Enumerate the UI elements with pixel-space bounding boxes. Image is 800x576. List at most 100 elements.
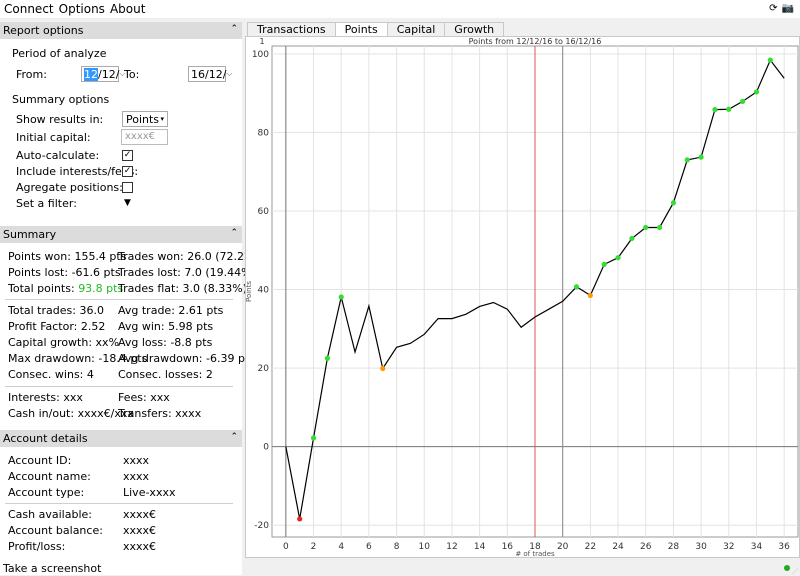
x-tick-label: 8 (394, 542, 400, 552)
auto-calc-checkbox[interactable]: ✓ (122, 150, 133, 161)
resize-grip-icon[interactable]: ⋰ (792, 568, 798, 575)
refresh-icon[interactable]: ⟳ (769, 3, 777, 14)
data-point (740, 98, 746, 104)
collapse-icon[interactable]: ⌃ (230, 228, 238, 238)
data-point (643, 224, 649, 231)
left-panel: Report options ⌃ Period of analyze From:… (0, 22, 266, 575)
trades-flat: Trades flat: 3.0 (8.33%) (118, 282, 248, 295)
divider (5, 299, 233, 300)
report-options-title: Report options (3, 24, 84, 37)
x-tick-label: 2 (311, 542, 317, 552)
y-tick-label: 80 (258, 128, 270, 138)
x-tick-label: 4 (338, 542, 344, 552)
chevron-down-icon[interactable]: ⌵ (226, 69, 232, 79)
avg-loss: Avg loss: -8.8 pts (118, 336, 213, 349)
data-point (310, 435, 317, 441)
right-panel: Transactions Points Capital Growth 02468… (245, 22, 800, 558)
consec-losses: Consec. losses: 2 (118, 368, 213, 381)
x-tick-label: 34 (751, 542, 763, 552)
filter-label: Set a filter: (16, 197, 77, 210)
menu-connect[interactable]: Connect (4, 2, 54, 16)
data-point (629, 235, 635, 242)
status-bar: Take a screenshot ⋰ (0, 560, 800, 576)
menu-about[interactable]: About (110, 2, 145, 16)
connection-status-icon (784, 565, 790, 571)
x-tick-label: 24 (612, 542, 624, 552)
menu-bar: Connect Options About ⟳ 📷 (0, 0, 800, 18)
avg-trade: Avg trade: 2.61 pts (118, 304, 224, 317)
x-tick-label: 20 (557, 542, 569, 552)
account-balance-label: Account balance: (8, 524, 103, 537)
from-date-field[interactable]: 12/12/⌵ (81, 66, 126, 82)
points-chart[interactable]: 0 2 4 6 8 10 12 14 16 18 20 22 24 26 28 30 32 34 36-200204… (245, 37, 799, 558)
x-tick-label: 10 (419, 542, 431, 552)
status-text[interactable]: Take a screenshot (3, 562, 101, 575)
data-point (767, 57, 773, 63)
collapse-icon[interactable]: ⌃ (230, 24, 238, 34)
show-results-select[interactable]: Points ▾ (122, 111, 168, 127)
tab-growth[interactable]: Growth (444, 22, 505, 36)
cash-available-value: xxxx€ (123, 508, 157, 521)
fees: Fees: xxx (118, 391, 170, 404)
initial-capital-input[interactable]: xxxx€ (121, 129, 168, 145)
summary-title: Summary (3, 228, 57, 241)
report-options-header[interactable]: Report options ⌃ (0, 22, 242, 39)
x-tick-label: 28 (668, 542, 680, 552)
avg-win: Avg win: 5.98 pts (118, 320, 214, 333)
account-id-value: xxxx (123, 454, 150, 467)
total-trades: Total trades: 36.0 (8, 304, 104, 317)
divider (5, 503, 233, 504)
from-label: From: (16, 68, 47, 81)
x-tick-label: 16 (502, 542, 514, 552)
interests: Interests: xxx (8, 391, 83, 404)
period-label: Period of analyze (12, 47, 107, 60)
chart-title: Points from 12/12/16 to 16/12/16 (469, 37, 602, 46)
dropdown-arrow-icon: ▾ (160, 115, 164, 123)
tab-bar: Transactions Points Capital Growth (245, 22, 800, 36)
aggregate-label: Agregate positions: (16, 181, 123, 194)
camera-icon[interactable]: 📷 (782, 3, 794, 14)
account-type-value: Live-xxxx (123, 486, 176, 499)
x-axis-label: # of trades (515, 550, 555, 557)
avg-drawdown: Avg drawdown: -6.39 pts (118, 352, 255, 365)
capital-growth: Capital growth: xx% (8, 336, 120, 349)
collapse-icon[interactable]: ⌃ (230, 432, 238, 442)
y-tick-label: 0 (263, 443, 269, 453)
divider (5, 386, 233, 387)
transfers: Transfers: xxxx (118, 407, 202, 420)
to-label: To: (124, 68, 140, 81)
account-type-label: Account type: (8, 486, 85, 499)
cash-available-label: Cash available: (8, 508, 92, 521)
include-interests-checkbox[interactable]: ✓ (122, 166, 133, 177)
data-point (324, 355, 330, 361)
points-chart-container: 0 2 4 6 8 10 12 14 16 18 20 22 24 26 28 30 32 34 36 -20 0 20 4… (245, 36, 800, 558)
account-id-label: Account ID: (8, 454, 72, 467)
funnel-icon[interactable]: ▼ (124, 198, 131, 208)
menu-options[interactable]: Options (59, 2, 105, 16)
to-date-field[interactable]: 16/12/⌵ (188, 66, 232, 82)
tab-transactions[interactable]: Transactions (247, 22, 336, 36)
data-point (615, 255, 621, 261)
tab-points[interactable]: Points (334, 22, 388, 36)
tab-capital[interactable]: Capital (386, 22, 446, 36)
summary-header[interactable]: Summary ⌃ (0, 226, 242, 243)
y-tick-label: 100 (252, 50, 269, 60)
data-point (670, 200, 677, 206)
profit-factor: Profit Factor: 2.52 (8, 320, 106, 333)
account-title: Account details (3, 432, 88, 445)
x-tick-label: 14 (474, 542, 486, 552)
data-point (380, 365, 386, 372)
profit-loss-label: Profit/loss: (8, 540, 66, 553)
points-won: Points won: 155.4 pts (8, 250, 127, 263)
data-point (601, 261, 607, 267)
account-header[interactable]: Account details ⌃ (0, 430, 242, 447)
x-tick-label: 22 (585, 542, 596, 552)
data-point (698, 154, 704, 160)
include-interests-label: Include interests/fees: (16, 165, 139, 178)
data-point (753, 89, 760, 95)
aggregate-checkbox[interactable] (122, 182, 133, 193)
data-point (726, 106, 732, 112)
summary-options-label: Summary options (12, 93, 110, 106)
account-balance-value: xxxx€ (123, 524, 157, 537)
report-options-panel: Period of analyze From: 12/12/⌵ To: 16/1… (0, 39, 242, 226)
